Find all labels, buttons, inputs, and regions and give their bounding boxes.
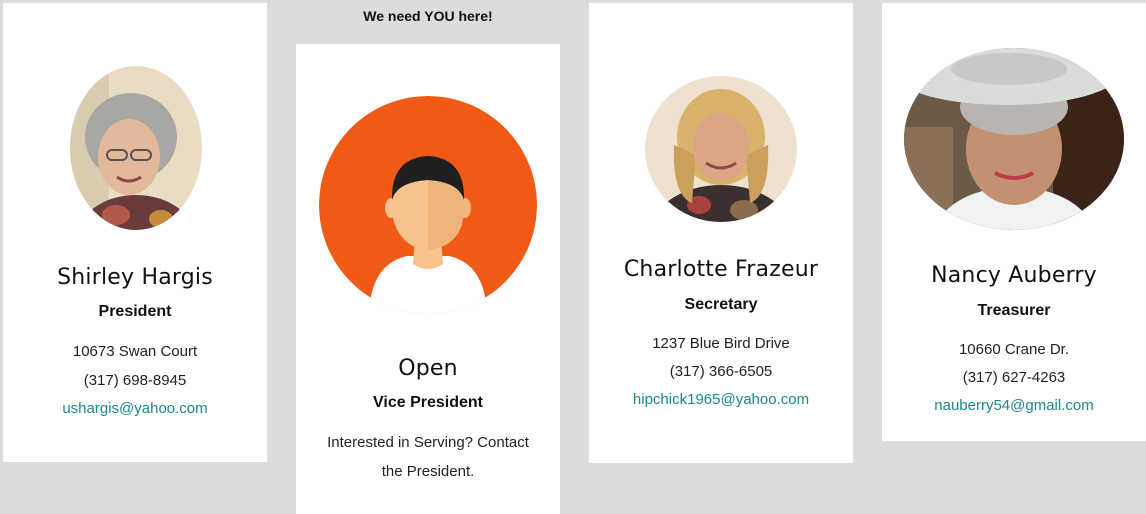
banner-text: We need YOU here!: [363, 8, 493, 24]
officer-card-vice-president: Open Vice President Interested in Servin…: [296, 44, 560, 514]
officer-email-link[interactable]: nauberry54@gmail.com: [882, 397, 1146, 414]
officer-email-link[interactable]: hipchick1965@yahoo.com: [589, 391, 853, 408]
officer-note-line-1: Interested in Serving? Contact: [327, 434, 529, 451]
officer-card-secretary: Charlotte Frazeur Secretary 1237 Blue Bi…: [589, 3, 853, 463]
officer-name: Nancy Auberry: [931, 263, 1097, 288]
officer-name: Charlotte Frazeur: [623, 257, 819, 282]
officer-phone: (317) 366-6505: [669, 363, 773, 380]
officer-address: 1237 Blue Bird Drive: [652, 335, 790, 352]
officer-role: Secretary: [684, 296, 758, 313]
officer-name: Shirley Hargis: [57, 265, 213, 290]
officer-email-link[interactable]: ushargis@yahoo.com: [3, 400, 267, 417]
officer-phone: (317) 627-4263: [962, 369, 1066, 386]
officer-card-treasurer: Nancy Auberry Treasurer 10660 Crane Dr. …: [882, 3, 1146, 441]
avatar-placeholder-icon: [319, 96, 537, 314]
officer-role: President: [98, 303, 172, 320]
officer-photo-secretary: [644, 75, 798, 223]
officer-photo-treasurer: [903, 47, 1125, 231]
officer-note-line-2: the President.: [381, 463, 475, 480]
officer-role: Vice President: [373, 394, 483, 411]
officer-address: 10660 Crane Dr.: [958, 341, 1070, 358]
officer-phone: (317) 698-8945: [83, 372, 187, 389]
officer-role: Treasurer: [977, 302, 1051, 319]
officer-address: 10673 Swan Court: [72, 343, 198, 360]
officer-photo-president: [69, 65, 203, 231]
officer-name: Open: [398, 356, 458, 381]
officer-card-president: Shirley Hargis President 10673 Swan Cour…: [3, 3, 267, 462]
